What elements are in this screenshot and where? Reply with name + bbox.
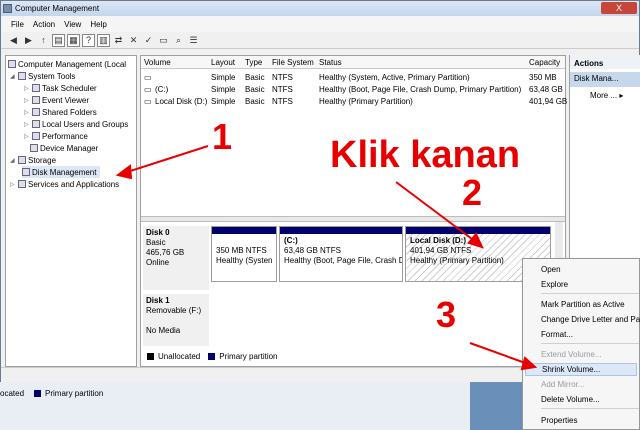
annotation-klik-kanan: Klik kanan (330, 134, 521, 176)
annotation-step-3: 3 (436, 294, 457, 335)
arrowhead-3 (520, 356, 538, 371)
arrow-1 (123, 145, 209, 174)
arrow-3 (469, 342, 529, 365)
arrowhead-1 (115, 164, 133, 180)
annotation-arrows (115, 145, 538, 371)
arrowhead-2 (467, 232, 484, 249)
annotation-step-1: 1 (212, 116, 233, 157)
annotation-step-2: 2 (462, 172, 483, 213)
